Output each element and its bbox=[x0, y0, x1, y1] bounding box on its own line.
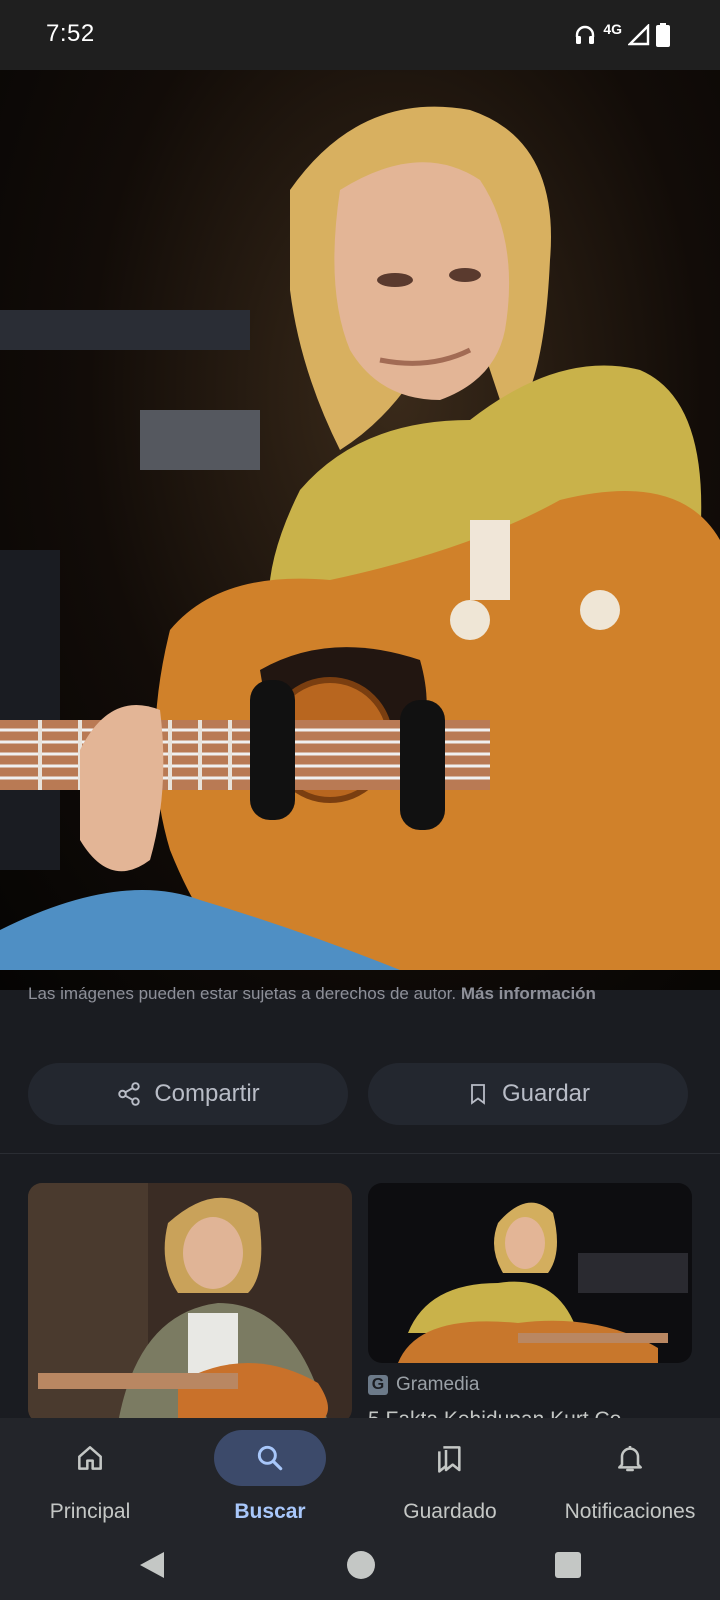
share-button[interactable]: Compartir bbox=[28, 1063, 348, 1125]
nav-guardado[interactable]: Guardado bbox=[360, 1418, 540, 1532]
bottom-navigation: Principal Buscar Guardado Notificaciones bbox=[0, 1418, 720, 1532]
image-preview-art bbox=[0, 106, 720, 970]
save-label: Guardar bbox=[501, 1080, 591, 1107]
recents-icon[interactable] bbox=[554, 1551, 582, 1579]
home-icon bbox=[78, 1446, 102, 1470]
save-button[interactable]: Guardar bbox=[368, 1063, 688, 1125]
share-label: Compartir bbox=[154, 1080, 260, 1107]
nav-label: Notificaciones bbox=[564, 1500, 696, 1523]
nav-buscar[interactable]: Buscar bbox=[180, 1418, 360, 1532]
status-time: 7:52 bbox=[46, 20, 95, 47]
related-image-1[interactable] bbox=[28, 1183, 352, 1423]
nav-label: Buscar bbox=[234, 1500, 306, 1523]
result-source-name: Gramedia bbox=[396, 1374, 480, 1395]
nav-principal[interactable]: Principal bbox=[0, 1418, 180, 1532]
nav-icon-container bbox=[214, 1430, 326, 1486]
system-navigation-bar bbox=[0, 1532, 720, 1600]
network-type: 4G bbox=[603, 21, 622, 37]
back-icon[interactable] bbox=[138, 1550, 166, 1580]
headphones-icon bbox=[576, 25, 595, 44]
bell-icon bbox=[618, 1446, 642, 1472]
nav-icon-container bbox=[34, 1430, 146, 1486]
result-source: G Gramedia bbox=[368, 1374, 479, 1396]
battery-icon bbox=[656, 23, 670, 47]
search-icon bbox=[257, 1445, 283, 1471]
nav-icon-container bbox=[394, 1430, 506, 1486]
bookmark-icon bbox=[471, 1084, 485, 1105]
status-bar: 7:52 4G bbox=[0, 0, 720, 70]
more-info-link[interactable]: Más información bbox=[461, 984, 596, 1003]
gramedia-logo-icon: G bbox=[368, 1375, 388, 1395]
nav-label: Guardado bbox=[403, 1500, 497, 1523]
nav-label: Principal bbox=[49, 1500, 131, 1523]
status-icons: 4G bbox=[573, 20, 670, 50]
image-preview[interactable] bbox=[0, 70, 720, 990]
copyright-text: Las imágenes pueden estar sujetas a dere… bbox=[28, 984, 457, 1003]
related-image-1-art bbox=[28, 1183, 352, 1423]
divider bbox=[0, 1153, 720, 1154]
bookmarks-icon bbox=[438, 1446, 461, 1473]
related-image-2[interactable] bbox=[368, 1183, 692, 1363]
nav-notificaciones[interactable]: Notificaciones bbox=[540, 1418, 720, 1532]
nav-icon-container bbox=[574, 1430, 686, 1486]
copyright-notice: Las imágenes pueden estar sujetas a dere… bbox=[28, 980, 668, 1008]
home-circle-icon[interactable] bbox=[346, 1550, 376, 1580]
share-icon bbox=[118, 1082, 141, 1106]
signal-icon bbox=[628, 24, 650, 46]
related-image-2-art bbox=[368, 1183, 692, 1363]
